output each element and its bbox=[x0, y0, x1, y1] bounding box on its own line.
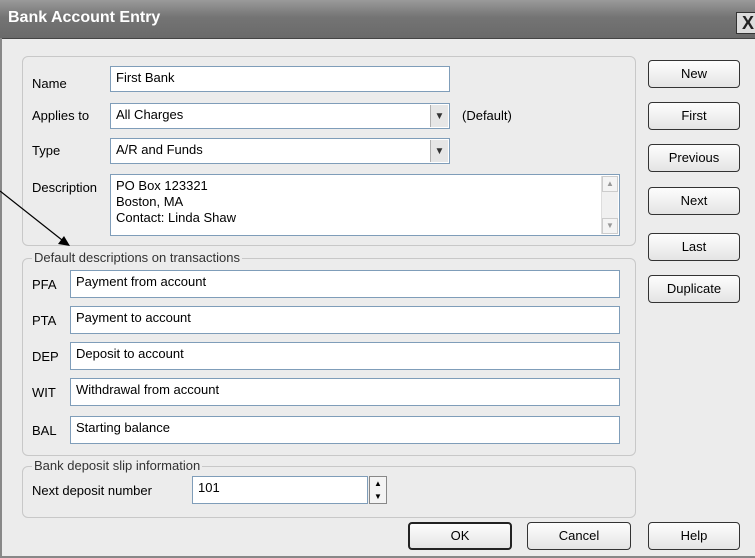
window-title: Bank Account Entry bbox=[8, 9, 161, 26]
description-line: PO Box 123321 bbox=[116, 178, 208, 193]
close-button[interactable]: X bbox=[736, 12, 755, 34]
scroll-down-icon[interactable]: ▼ bbox=[602, 218, 618, 234]
default-note: (Default) bbox=[462, 108, 512, 123]
description-line: Contact: Linda Shaw bbox=[116, 210, 236, 225]
bank-account-entry-dialog: Bank Account Entry X Name First Bank App… bbox=[0, 0, 755, 558]
name-field[interactable]: First Bank bbox=[110, 66, 450, 92]
next-deposit-number-field[interactable]: 101 bbox=[192, 476, 368, 504]
description-line: Boston, MA bbox=[116, 194, 184, 209]
name-label: Name bbox=[32, 76, 67, 91]
type-label: Type bbox=[32, 143, 61, 158]
pfa-label: PFA bbox=[32, 277, 57, 292]
first-button[interactable]: First bbox=[648, 102, 740, 130]
new-button[interactable]: New bbox=[648, 60, 740, 88]
default-descriptions-title: Default descriptions on transactions bbox=[32, 250, 242, 265]
next-deposit-stepper[interactable]: ▲ ▼ bbox=[369, 476, 387, 504]
chevron-down-icon[interactable]: ▼ bbox=[430, 140, 448, 162]
cancel-button[interactable]: Cancel bbox=[527, 522, 631, 550]
dep-label: DEP bbox=[32, 349, 59, 364]
applies-to-label: Applies to bbox=[32, 108, 90, 123]
next-button[interactable]: Next bbox=[648, 187, 740, 215]
stepper-down-icon[interactable]: ▼ bbox=[370, 490, 386, 503]
dep-field[interactable]: Deposit to account bbox=[70, 342, 620, 370]
last-button[interactable]: Last bbox=[648, 233, 740, 261]
type-value: A/R and Funds bbox=[116, 142, 203, 157]
stepper-up-icon[interactable]: ▲ bbox=[370, 477, 386, 490]
window-frame-left bbox=[0, 38, 2, 558]
bal-label: BAL bbox=[32, 423, 57, 438]
wit-label: WIT bbox=[32, 385, 56, 400]
bal-field[interactable]: Starting balance bbox=[70, 416, 620, 444]
help-button[interactable]: Help bbox=[648, 522, 740, 550]
duplicate-button[interactable]: Duplicate bbox=[648, 275, 740, 303]
scroll-up-icon[interactable]: ▲ bbox=[602, 176, 618, 192]
description-field[interactable]: PO Box 123321 Boston, MA Contact: Linda … bbox=[110, 174, 620, 236]
previous-button[interactable]: Previous bbox=[648, 144, 740, 172]
applies-to-value: All Charges bbox=[116, 107, 184, 122]
description-scrollbar[interactable]: ▲ ▼ bbox=[601, 176, 618, 234]
next-deposit-label: Next deposit number bbox=[32, 483, 152, 498]
deposit-slip-title: Bank deposit slip information bbox=[32, 458, 203, 473]
pfa-field[interactable]: Payment from account bbox=[70, 270, 620, 298]
applies-to-select[interactable]: All Charges ▼ bbox=[110, 103, 450, 129]
type-select[interactable]: A/R and Funds ▼ bbox=[110, 138, 450, 164]
chevron-down-icon[interactable]: ▼ bbox=[430, 105, 448, 127]
wit-field[interactable]: Withdrawal from account bbox=[70, 378, 620, 406]
pta-label: PTA bbox=[32, 313, 57, 328]
ok-button[interactable]: OK bbox=[408, 522, 512, 550]
description-label: Description bbox=[32, 180, 98, 195]
title-bar[interactable]: Bank Account Entry X bbox=[0, 0, 755, 39]
pta-field[interactable]: Payment to account bbox=[70, 306, 620, 334]
